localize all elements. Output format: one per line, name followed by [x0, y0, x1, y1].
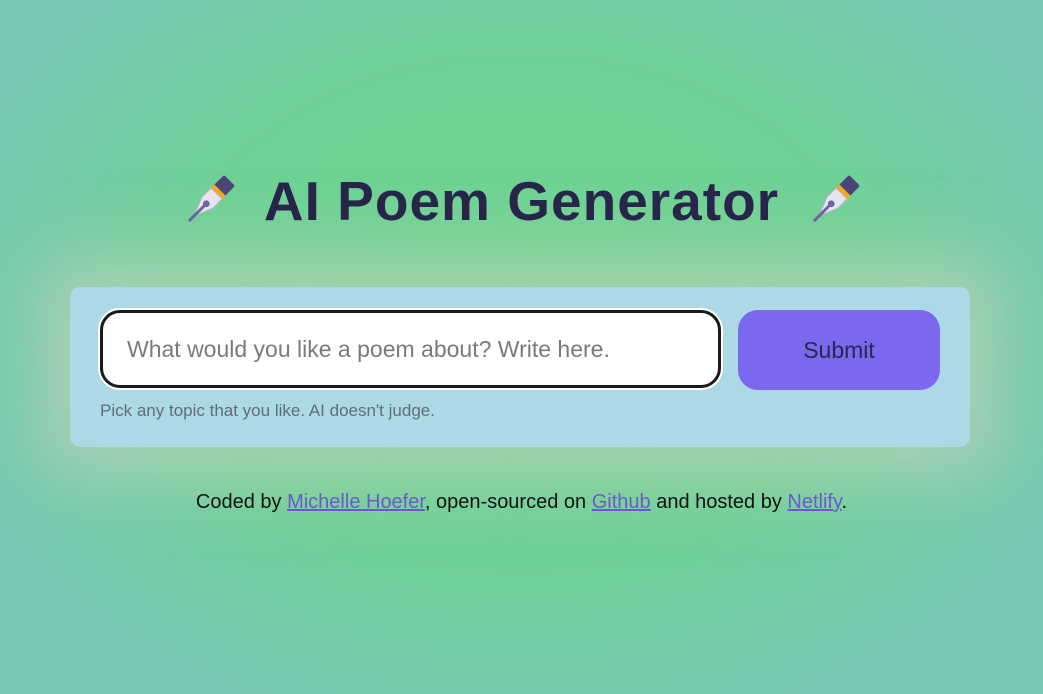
topic-input[interactable] — [100, 310, 721, 388]
footer-middle: , open-sourced on — [424, 491, 592, 513]
page-title: AI Poem Generator — [263, 170, 780, 232]
submit-button[interactable]: Submit — [738, 310, 940, 390]
github-link[interactable]: Github — [592, 491, 651, 513]
header: AI Poem Generator — [0, 165, 1043, 237]
footer-connector: and hosted by — [650, 491, 788, 513]
fountain-pen-icon — [178, 170, 240, 232]
poem-form: Submit Pick any topic that you like. AI … — [70, 287, 970, 447]
footer-suffix: . — [841, 491, 848, 513]
input-hint: Pick any topic that you like. AI doesn't… — [100, 401, 435, 420]
netlify-link[interactable]: Netlify — [787, 491, 841, 513]
footer-prefix: Coded by — [195, 491, 288, 513]
fountain-pen-icon — [803, 170, 865, 232]
footer: Coded by Michelle Hoefer, open-sourced o… — [0, 491, 1043, 514]
author-link[interactable]: Michelle Hoefer — [287, 491, 425, 513]
